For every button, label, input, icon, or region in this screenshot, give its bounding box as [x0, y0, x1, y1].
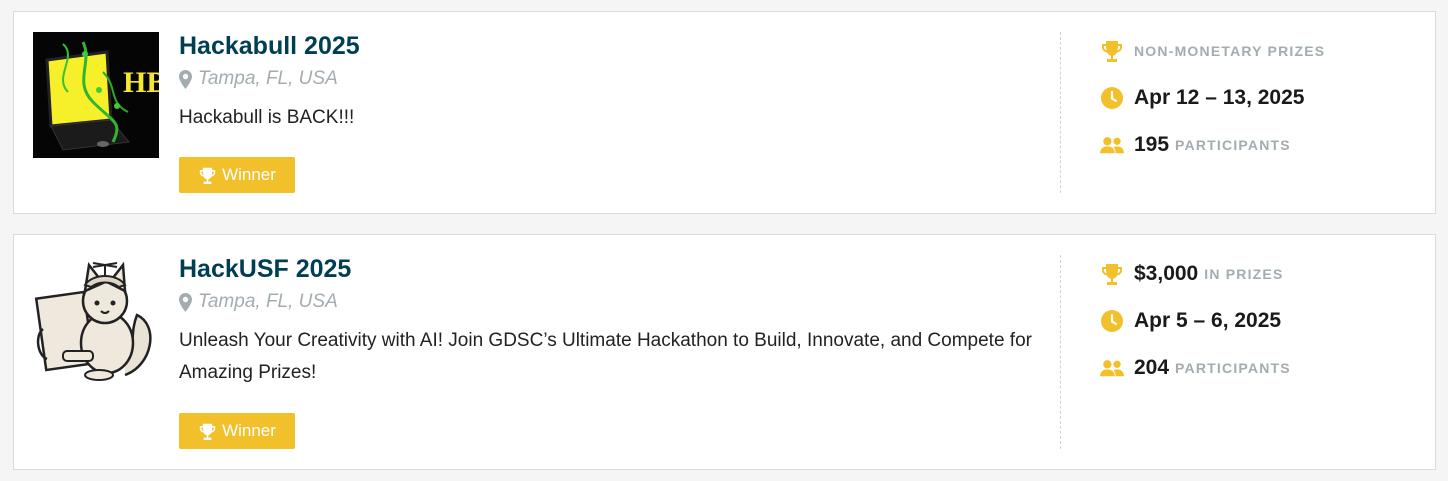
- divider: [1060, 32, 1061, 193]
- location-text: Tampa, FL, USA: [198, 68, 338, 89]
- prizes-amount: $3,000: [1134, 262, 1199, 285]
- hackathon-description: Hackabull is BACK!!!: [179, 107, 355, 128]
- participants-count: 195: [1134, 133, 1170, 156]
- winner-label: Winner: [222, 165, 276, 184]
- thumbnail-text: HB: [123, 66, 159, 99]
- users-icon: [1100, 137, 1124, 154]
- trophy-icon: [1102, 264, 1122, 285]
- dates-row: Apr 12 – 13, 2025: [1100, 83, 1325, 113]
- hackathon-title[interactable]: Hackabull 2025: [179, 30, 1059, 62]
- location: Tampa, FL, USA: [179, 66, 1059, 92]
- participants-row: 195 PARTICIPANTS: [1100, 130, 1325, 160]
- clock-icon: [1101, 87, 1123, 109]
- trophy-icon: [1102, 41, 1122, 62]
- divider: [1060, 255, 1061, 449]
- dates: Apr 5 – 6, 2025: [1134, 309, 1282, 332]
- hackathon-stats: NON-MONETARY PRIZES Apr 12 – 13, 2025 19…: [1100, 36, 1325, 177]
- prizes-row: $3,000 IN PRIZES: [1100, 259, 1291, 289]
- trophy-icon: [199, 423, 216, 440]
- dates: Apr 12 – 13, 2025: [1134, 86, 1305, 109]
- users-icon: [1100, 360, 1124, 377]
- map-marker-icon: [179, 292, 192, 312]
- trophy-icon: [199, 167, 216, 184]
- participants-label: PARTICIPANTS: [1175, 137, 1291, 153]
- participants-row: 204 PARTICIPANTS: [1100, 353, 1291, 383]
- map-marker-icon: [179, 69, 192, 89]
- hackathon-stats: $3,000 IN PRIZES Apr 5 – 6, 2025 204 PAR…: [1100, 259, 1291, 400]
- participants-count: 204: [1134, 356, 1170, 379]
- hackathon-title[interactable]: HackUSF 2025: [179, 253, 1059, 285]
- clock-icon: [1101, 310, 1123, 332]
- hackathon-description: Unleash Your Creativity with AI! Join GD…: [179, 330, 1032, 383]
- winner-label: Winner: [222, 421, 276, 440]
- hackathon-card[interactable]: HackUSF 2025 Tampa, FL, USA Unleash Your…: [13, 234, 1436, 470]
- hackathon-thumbnail[interactable]: HB: [33, 32, 166, 158]
- location: Tampa, FL, USA: [179, 289, 1059, 315]
- hackathon-card[interactable]: HB Hackabull 2025 Tampa, FL, USA Hackabu…: [13, 11, 1436, 214]
- hackathon-thumbnail[interactable]: [33, 255, 159, 381]
- dates-row: Apr 5 – 6, 2025: [1100, 306, 1291, 336]
- location-text: Tampa, FL, USA: [198, 291, 338, 312]
- winner-badge: Winner: [179, 157, 295, 193]
- prizes-label: NON-MONETARY PRIZES: [1134, 43, 1326, 59]
- prizes-row: NON-MONETARY PRIZES: [1100, 36, 1325, 66]
- prizes-label: IN PRIZES: [1204, 266, 1284, 282]
- winner-badge: Winner: [179, 413, 295, 449]
- participants-label: PARTICIPANTS: [1175, 360, 1291, 376]
